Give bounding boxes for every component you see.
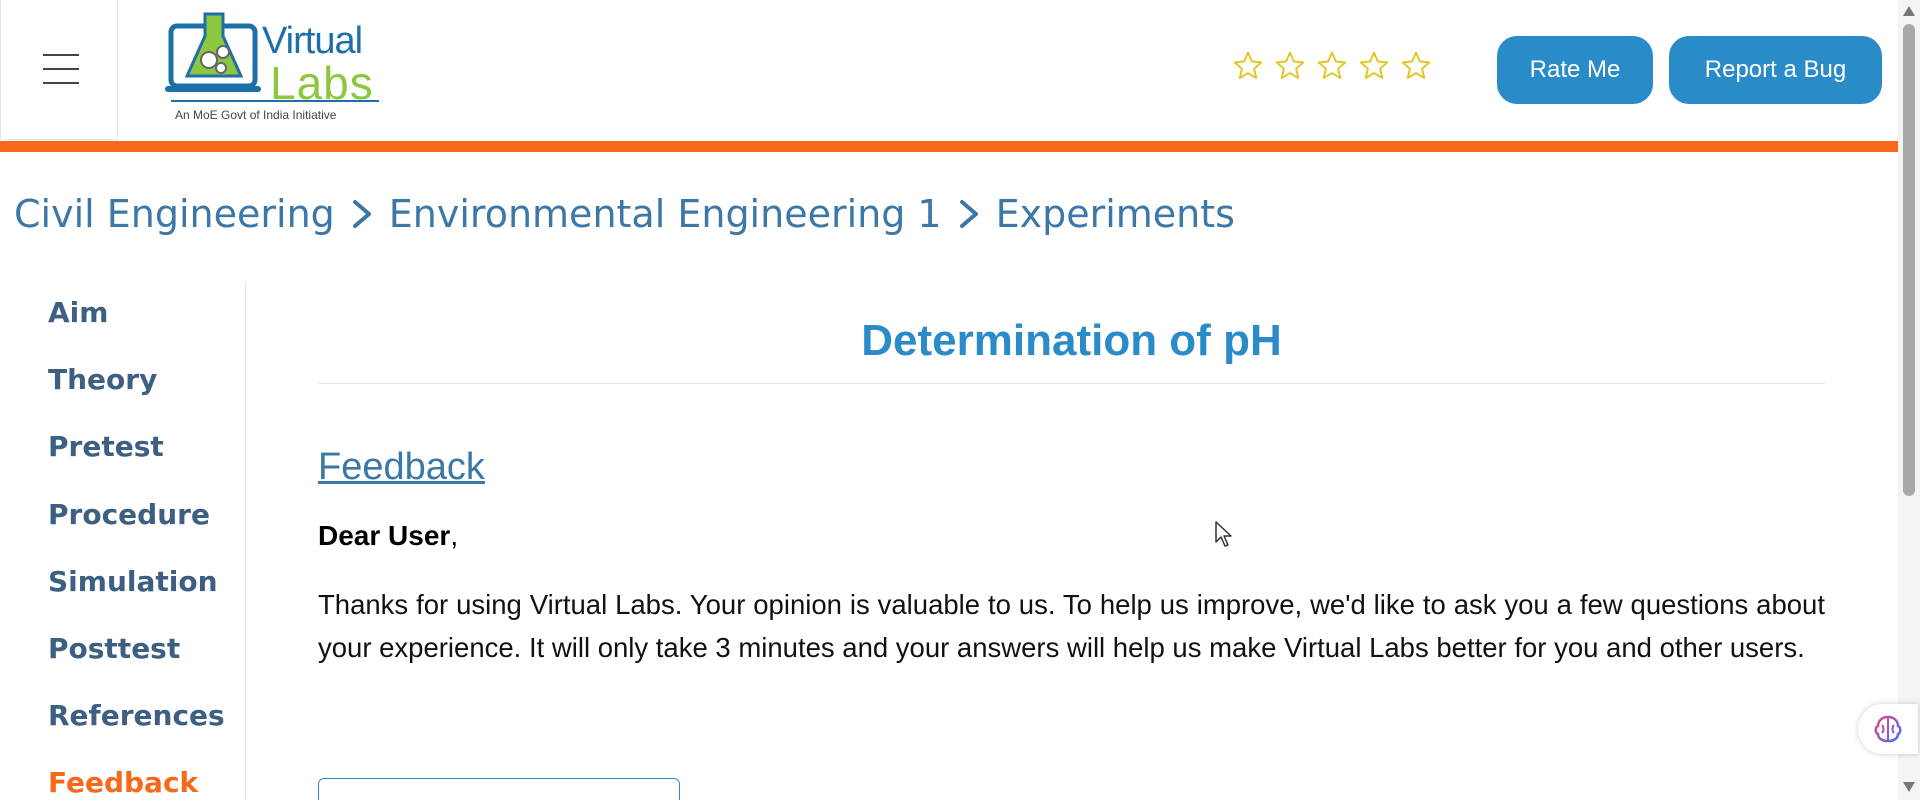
logo-divider [171, 100, 379, 102]
sidebar-item-theory[interactable]: Theory [48, 363, 157, 396]
report-bug-button[interactable]: Report a Bug [1669, 36, 1882, 104]
page-scrollbar[interactable] [1898, 0, 1920, 800]
sidebar-item-pretest[interactable]: Pretest [48, 430, 164, 463]
greeting: Dear User, [318, 520, 458, 552]
breadcrumb-item-environmental-engineering[interactable]: Environmental Engineering 1 [389, 192, 942, 236]
header-accent-bar [0, 141, 1898, 152]
star-icon[interactable] [1316, 50, 1348, 82]
rate-me-button[interactable]: Rate Me [1497, 36, 1653, 104]
breadcrumb: Civil Engineering Environmental Engineer… [14, 192, 1235, 236]
breadcrumb-item-experiments[interactable]: Experiments [996, 192, 1235, 236]
greeting-suffix: , [450, 520, 459, 551]
sidebar-item-feedback[interactable]: Feedback [48, 766, 198, 799]
scrollbar-thumb[interactable] [1903, 24, 1915, 496]
flask-laptop-icon [165, 12, 261, 92]
virtual-labs-logo[interactable]: Virtual Labs An MoE Govt of India Initia… [165, 10, 380, 128]
feedback-form-button[interactable] [318, 778, 680, 800]
hamburger-icon-bar [43, 82, 79, 84]
chevron-right-icon [352, 200, 371, 228]
assistant-widget-button[interactable] [1858, 704, 1918, 754]
site-header: Virtual Labs An MoE Govt of India Initia… [0, 0, 1898, 140]
mouse-cursor-icon [1215, 521, 1232, 547]
breadcrumb-item-civil-engineering[interactable]: Civil Engineering [14, 192, 335, 236]
rating-stars[interactable] [1232, 50, 1432, 82]
hamburger-menu-button[interactable] [0, 0, 118, 140]
page-title: Determination of pH [861, 316, 1282, 365]
star-icon[interactable] [1232, 50, 1264, 82]
scroll-up-arrow-icon[interactable] [1903, 6, 1915, 16]
feedback-heading-link[interactable]: Feedback [318, 446, 485, 489]
chevron-right-icon [959, 200, 978, 228]
sidebar-item-posttest[interactable]: Posttest [48, 632, 180, 665]
star-icon[interactable] [1400, 50, 1432, 82]
feedback-intro-paragraph: Thanks for using Virtual Labs. Your opin… [318, 589, 1825, 663]
hamburger-icon-bar [43, 68, 79, 70]
sidebar-item-simulation[interactable]: Simulation [48, 565, 218, 598]
brain-icon [1874, 715, 1902, 743]
logo-tagline: An MoE Govt of India Initiative [175, 108, 337, 122]
sidebar-item-references[interactable]: References [48, 699, 225, 732]
sidebar-item-procedure[interactable]: Procedure [48, 498, 210, 531]
sidebar-nav: Aim Theory Pretest Procedure Simulation … [0, 282, 246, 800]
sidebar-item-aim[interactable]: Aim [48, 296, 108, 329]
star-icon[interactable] [1358, 50, 1390, 82]
greeting-name: Dear User [318, 520, 451, 551]
star-icon[interactable] [1274, 50, 1306, 82]
hamburger-icon [43, 54, 79, 56]
scroll-down-arrow-icon[interactable] [1903, 782, 1915, 792]
title-divider [318, 383, 1825, 384]
